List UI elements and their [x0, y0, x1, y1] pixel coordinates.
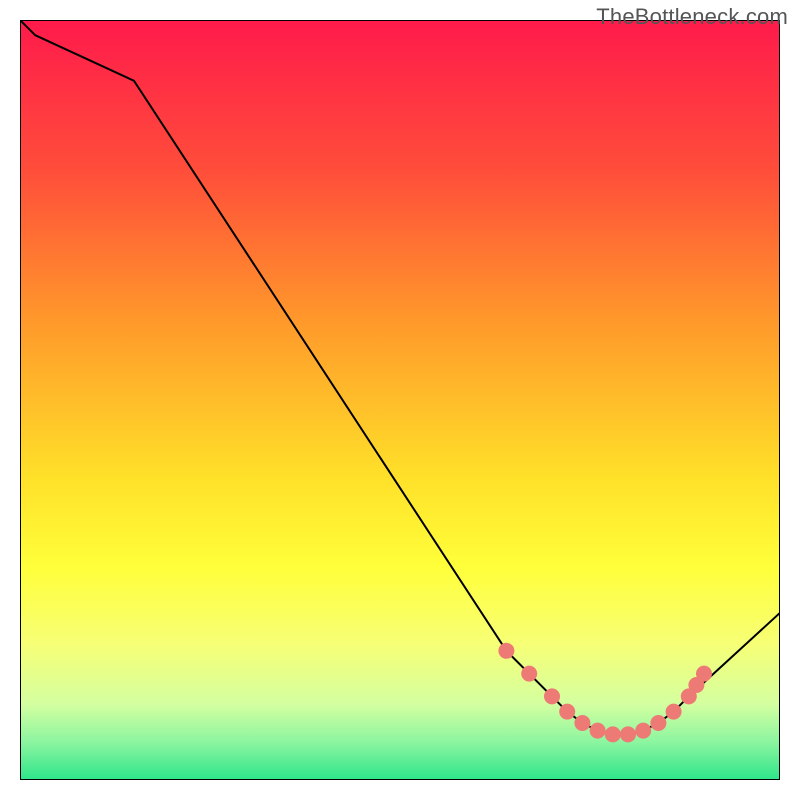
data-point	[521, 666, 537, 682]
data-point	[666, 704, 682, 720]
data-point	[559, 704, 575, 720]
data-point	[605, 726, 621, 742]
gradient-background	[20, 20, 780, 780]
data-point	[498, 643, 514, 659]
data-point	[574, 715, 590, 731]
data-point	[635, 723, 651, 739]
data-point	[650, 715, 666, 731]
data-point	[620, 726, 636, 742]
plot-area	[20, 20, 780, 780]
watermark-text: TheBottleneck.com	[596, 4, 788, 30]
chart-container: TheBottleneck.com	[0, 0, 800, 800]
bottleneck-chart	[20, 20, 780, 780]
data-point	[590, 723, 606, 739]
data-point	[696, 666, 712, 682]
data-point	[544, 688, 560, 704]
